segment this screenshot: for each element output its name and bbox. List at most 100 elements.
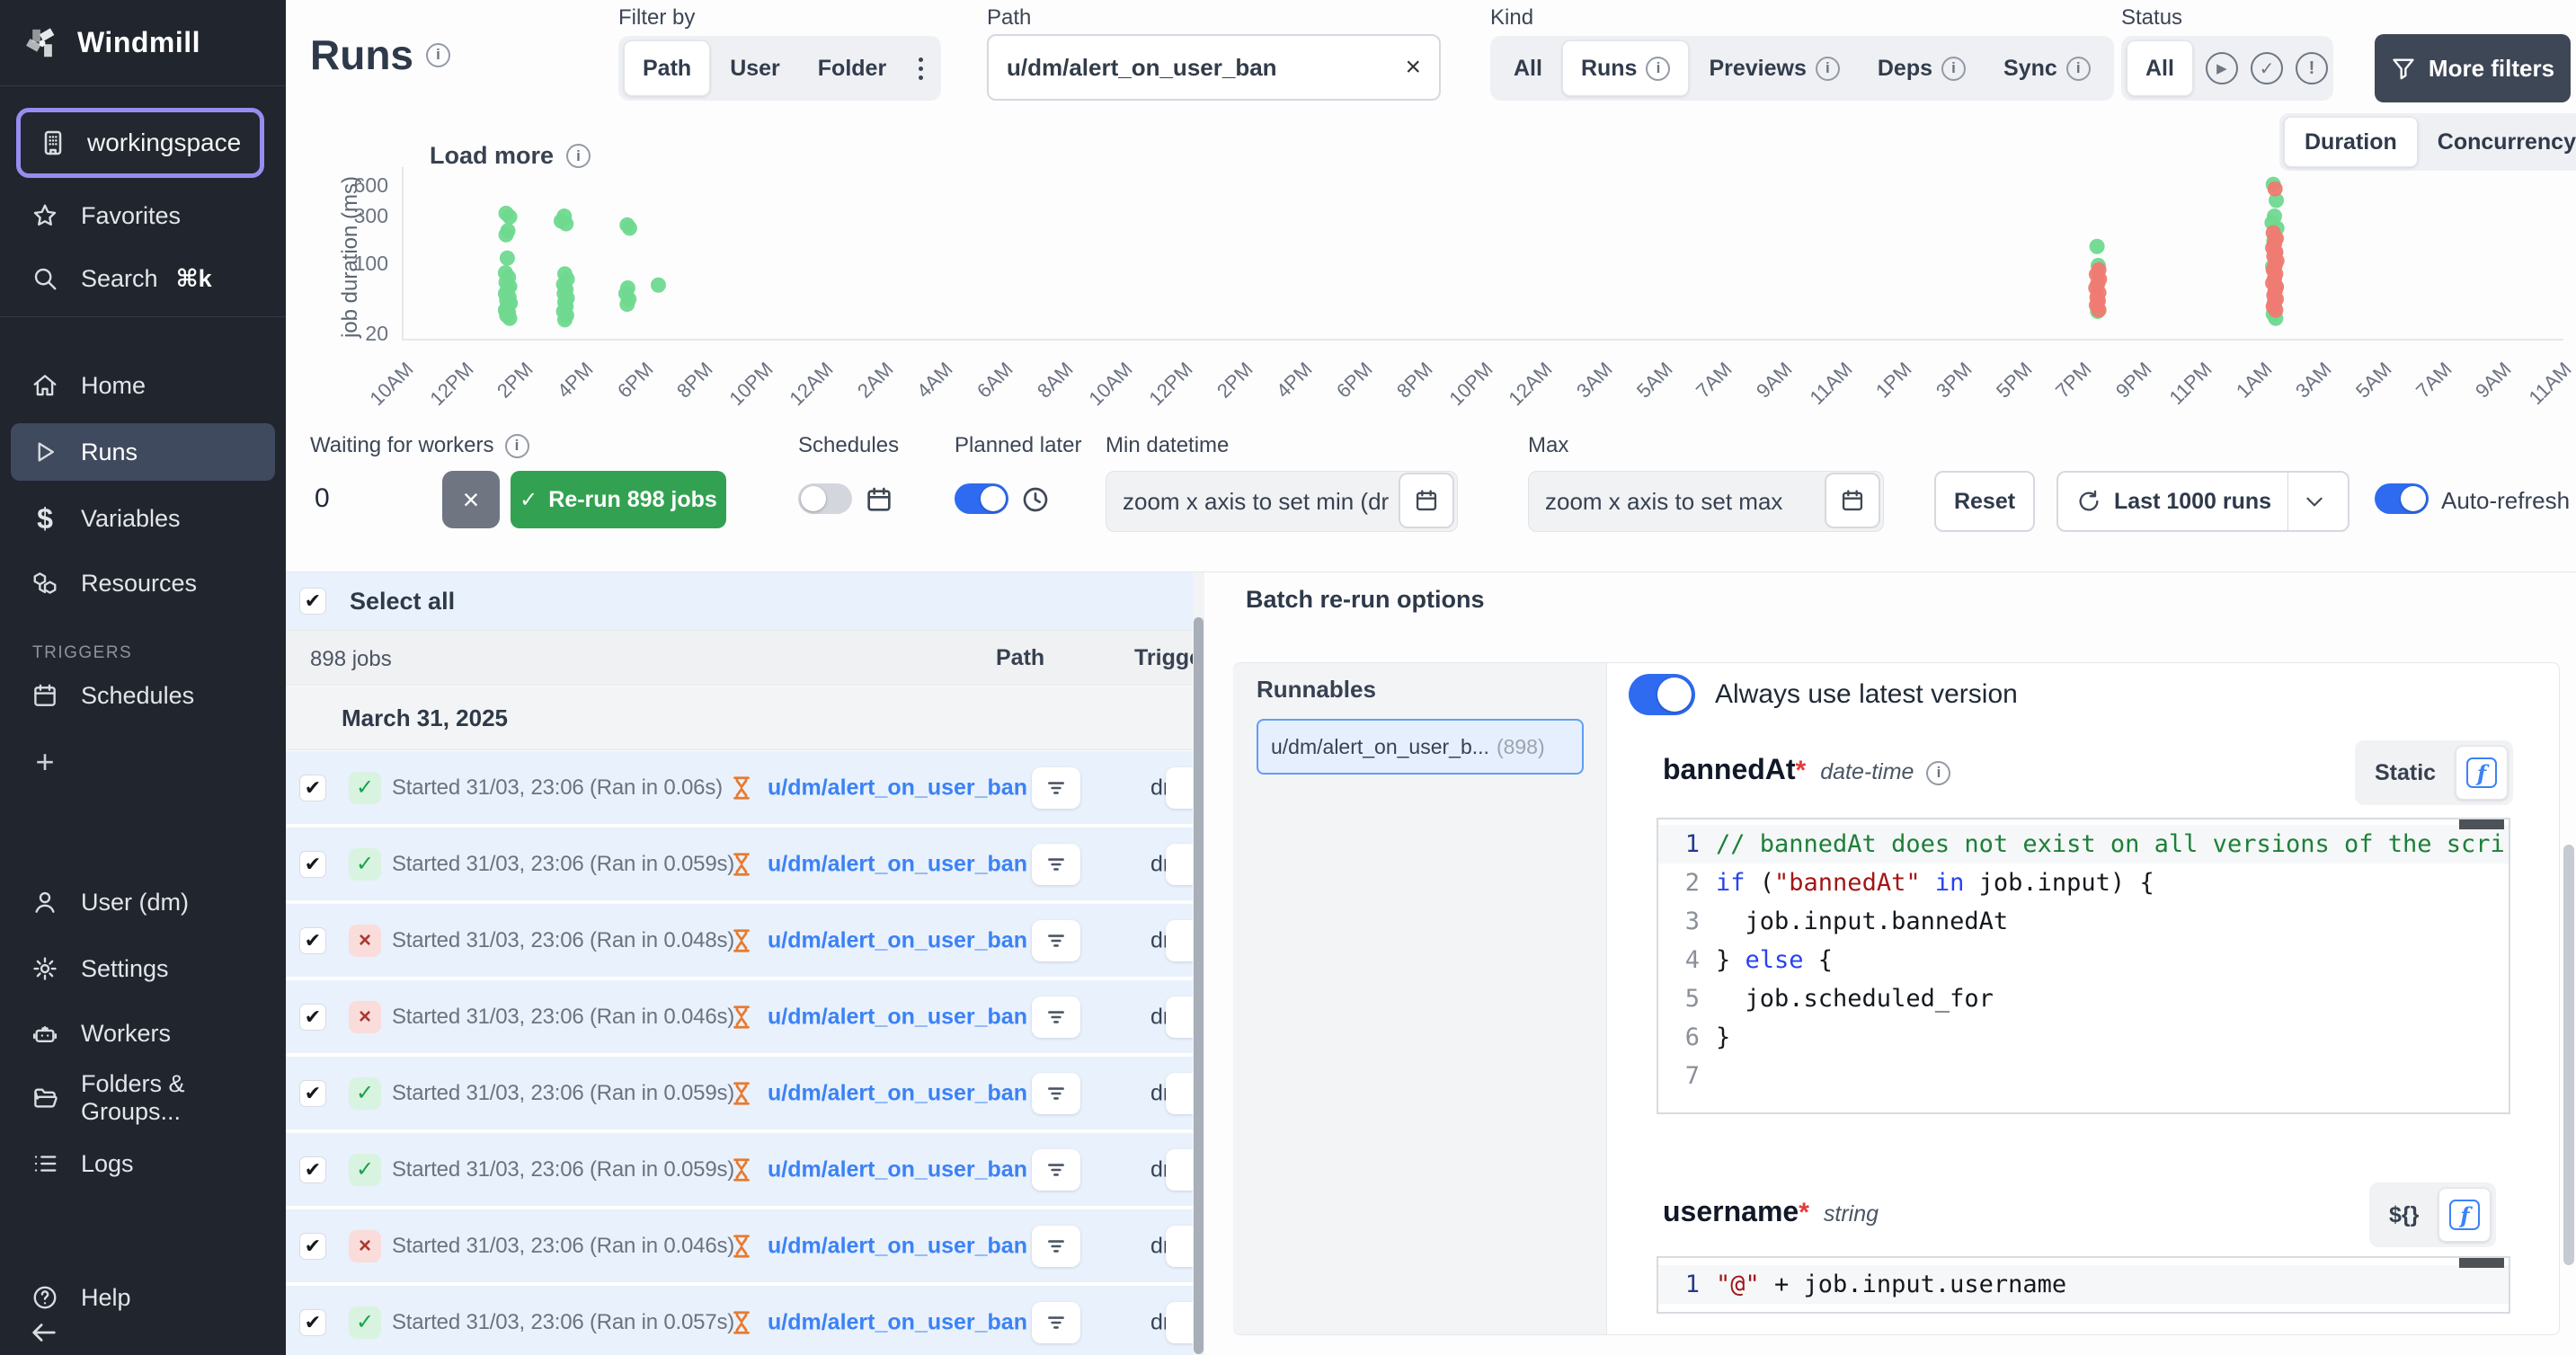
last-runs-button[interactable]: Last 1000 runs: [2056, 471, 2349, 532]
row-checkbox[interactable]: ✔: [299, 1309, 326, 1336]
rerun-jobs-button[interactable]: ✓ Re-run 898 jobs: [511, 471, 726, 528]
scatter-point-success[interactable]: [622, 220, 637, 235]
job-row[interactable]: ✔✓Started 31/03, 23:06 (Ran in 0.059s)u/…: [286, 1057, 1193, 1132]
bannedat-code-editor[interactable]: 1// bannedAt does not exist on all versi…: [1657, 818, 2510, 1114]
job-path-link[interactable]: u/dm/alert_on_user_ban: [768, 1309, 1027, 1335]
success-icon: ✓: [349, 772, 381, 804]
job-args-button[interactable]: [1032, 1226, 1080, 1267]
date-group-header: March 31, 2025: [286, 686, 1193, 750]
scatter-point-failure[interactable]: [2268, 182, 2283, 197]
job-trigger-chip[interactable]: [1166, 996, 1193, 1038]
success-icon: ✓: [349, 1306, 381, 1339]
always-latest-label: Always use latest version: [1715, 679, 2018, 710]
job-path-link[interactable]: u/dm/alert_on_user_ban: [768, 1156, 1027, 1182]
row-checkbox[interactable]: ✔: [299, 775, 326, 801]
hourglass-icon: [728, 1079, 755, 1108]
scatter-point-success[interactable]: [619, 297, 635, 312]
mode-javascript-button[interactable]: f: [2456, 746, 2508, 800]
job-path-link[interactable]: u/dm/alert_on_user_ban: [768, 927, 1027, 953]
failure-icon: ×: [349, 1001, 381, 1033]
job-trigger-chip[interactable]: [1166, 1302, 1193, 1343]
hourglass-icon: [728, 1003, 755, 1032]
scatter-point-success[interactable]: [499, 227, 514, 243]
job-row[interactable]: ✔ × Started 31/03, 23:06 (Ran in 0.048s) u/…: [286, 904, 1193, 979]
schedules-toggle[interactable]: [798, 483, 852, 514]
select-all-checkbox[interactable]: ✔: [299, 588, 326, 615]
mode-template[interactable]: ${}: [2375, 1202, 2433, 1228]
job-args-button[interactable]: [1032, 1073, 1080, 1114]
info-icon: i: [1926, 761, 1950, 785]
scatter-point-success[interactable]: [558, 217, 573, 232]
job-started-text: Started 31/03, 23:06 (Ran in 0.048s): [392, 928, 734, 953]
username-code-editor[interactable]: 1"@" + job.input.username: [1657, 1256, 2510, 1314]
code-line: 1// bannedAt does not exist on all versi…: [1658, 825, 2509, 863]
filter-lines-icon: [1044, 1158, 1068, 1182]
job-started-text: Started 31/03, 23:06 (Ran in 0.059s): [392, 1081, 734, 1106]
max-datetime-calendar-button[interactable]: [1825, 473, 1880, 528]
row-checkbox[interactable]: ✔: [299, 1156, 326, 1183]
job-args-button[interactable]: [1032, 920, 1080, 961]
job-path-link[interactable]: u/dm/alert_on_user_ban: [768, 1080, 1027, 1106]
job-trigger-chip[interactable]: [1166, 844, 1193, 885]
scatter-point-failure[interactable]: [2268, 303, 2283, 318]
code-line: 4} else {: [1658, 941, 2509, 979]
job-started-text: Started 31/03, 23:06 (Ran in 0.057s): [392, 1310, 734, 1335]
waiting-workers-label: Waiting for workersi: [310, 433, 529, 458]
code-line: 1"@" + job.input.username: [1658, 1265, 2509, 1304]
job-path-link[interactable]: u/dm/alert_on_user_ban: [768, 851, 1027, 877]
mode-javascript-button[interactable]: f: [2438, 1188, 2491, 1242]
batch-panel-title: Batch re-run options: [1246, 586, 1485, 614]
scatter-point-failure[interactable]: [2092, 303, 2107, 318]
panel-scrollbar[interactable]: [2563, 845, 2574, 1265]
job-path-link[interactable]: u/dm/alert_on_user_ban: [768, 775, 1027, 801]
scatter-point-success[interactable]: [502, 311, 518, 326]
reset-button[interactable]: Reset: [1934, 471, 2035, 532]
job-row[interactable]: ✔✓Started 31/03, 23:06 (Ran in 0.059s)u/…: [286, 828, 1193, 903]
job-args-button[interactable]: [1032, 996, 1080, 1038]
column-triggered-by: Triggered by: [1134, 645, 1193, 671]
row-checkbox[interactable]: ✔: [299, 1004, 326, 1031]
job-row[interactable]: ✔ × Started 31/03, 23:06 (Ran in 0.046s) u/…: [286, 980, 1193, 1056]
scatter-point-success[interactable]: [502, 209, 518, 225]
cancel-selection-button[interactable]: ×: [442, 471, 500, 528]
editor-hscrollbar[interactable]: [2459, 819, 2504, 829]
scatter-point-success[interactable]: [557, 312, 573, 327]
job-row[interactable]: ✔✓Started 31/03, 23:06 (Ran in 0.06s)u/d…: [286, 751, 1193, 827]
min-datetime-calendar-button[interactable]: [1399, 473, 1454, 528]
job-args-button[interactable]: [1032, 1302, 1080, 1343]
job-args-button[interactable]: [1032, 767, 1080, 809]
row-checkbox[interactable]: ✔: [299, 927, 326, 954]
always-latest-toggle[interactable]: [1629, 674, 1695, 715]
planned-later-toggle[interactable]: [955, 483, 1008, 514]
scatter-point-success[interactable]: [2090, 239, 2105, 254]
auto-refresh-toggle[interactable]: [2375, 483, 2429, 514]
row-checkbox[interactable]: ✔: [299, 1080, 326, 1107]
list-scrollbar[interactable]: [1193, 572, 1204, 1355]
row-checkbox[interactable]: ✔: [299, 1233, 326, 1260]
scatter-point-success[interactable]: [651, 278, 666, 293]
runnable-item[interactable]: u/dm/alert_on_user_b... (898): [1257, 719, 1584, 775]
chevron-down-icon[interactable]: [2303, 490, 2326, 513]
job-started-text: Started 31/03, 23:06 (Ran in 0.046s): [392, 1005, 734, 1030]
job-args-button[interactable]: [1032, 1149, 1080, 1191]
mode-static[interactable]: Static: [2360, 760, 2450, 786]
failure-icon: ×: [349, 925, 381, 957]
job-trigger-chip[interactable]: [1166, 1073, 1193, 1114]
job-row[interactable]: ✔ ✓ Started 31/03, 23:06 (Ran in 0.057s) u/…: [286, 1286, 1193, 1355]
job-trigger-chip[interactable]: [1166, 1226, 1193, 1267]
job-row[interactable]: ✔×Started 31/03, 23:06 (Ran in 0.046s)u/…: [286, 1209, 1193, 1285]
editor-hscrollbar[interactable]: [2459, 1258, 2504, 1268]
row-checkbox[interactable]: ✔: [299, 851, 326, 878]
code-line: 2if ("bannedAt" in job.input) {: [1658, 863, 2509, 902]
list-header: 898 jobs Path Triggered by: [286, 630, 1193, 686]
field-username-header: username* string: [1663, 1195, 1879, 1228]
job-trigger-chip[interactable]: [1166, 1149, 1193, 1191]
scatter-point-success[interactable]: [500, 251, 515, 266]
job-path-link[interactable]: u/dm/alert_on_user_ban: [768, 1004, 1027, 1030]
job-trigger-chip[interactable]: [1166, 920, 1193, 961]
job-args-button[interactable]: [1032, 844, 1080, 885]
job-trigger-chip[interactable]: [1166, 767, 1193, 809]
job-path-link[interactable]: u/dm/alert_on_user_ban: [768, 1233, 1027, 1259]
job-row[interactable]: ✔✓Started 31/03, 23:06 (Ran in 0.059s)u/…: [286, 1133, 1193, 1209]
runnable-count: (898): [1497, 735, 1545, 759]
